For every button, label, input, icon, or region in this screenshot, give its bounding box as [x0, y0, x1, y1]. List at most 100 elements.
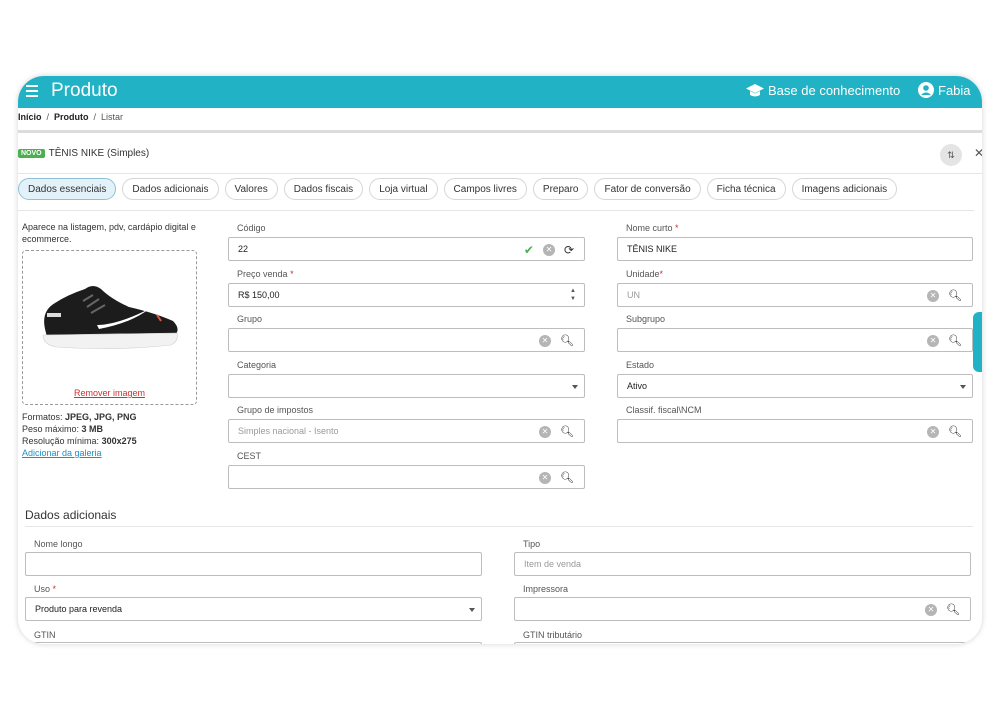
- resolution-value: 300x275: [101, 436, 137, 446]
- clear-icon[interactable]: ✕: [927, 334, 940, 347]
- gtin-tributario-label: GTIN tributário: [523, 630, 583, 640]
- chevron-down-icon: [960, 385, 966, 389]
- tab-loja-virtual[interactable]: Loja virtual: [369, 178, 438, 200]
- collapse-icon: ⇅: [947, 149, 955, 160]
- search-icon[interactable]: 🔍︎: [948, 289, 962, 302]
- impressora-field[interactable]: ✕ 🔍︎: [514, 597, 971, 621]
- estado-select[interactable]: Ativo: [617, 374, 973, 398]
- menu-icon[interactable]: [26, 85, 38, 97]
- product-name: TÊNIS NIKE (Simples): [48, 148, 150, 159]
- clear-icon[interactable]: ✕: [539, 471, 552, 484]
- check-icon: ✔: [523, 243, 534, 257]
- nome-curto-field[interactable]: TÊNIS NIKE: [617, 237, 973, 261]
- estado-label: Estado: [626, 360, 655, 370]
- gtin-label: GTIN: [34, 630, 56, 640]
- search-icon[interactable]: 🔍︎: [946, 603, 960, 616]
- chevron-down-icon: [572, 385, 578, 389]
- estado-value: Ativo: [627, 381, 648, 391]
- preco-field[interactable]: R$ 150,00 ▲ ▼: [228, 283, 585, 307]
- preco-value: R$ 150,00: [238, 290, 280, 300]
- tab-valores[interactable]: Valores: [224, 178, 278, 200]
- size-value: 3 MB: [81, 424, 104, 434]
- divider: [18, 210, 974, 211]
- knowledge-base-label: Base de conhecimento: [768, 83, 901, 98]
- breadcrumb-current: Listar: [101, 112, 124, 122]
- unidade-placeholder: UN: [627, 290, 640, 300]
- breadcrumb-product[interactable]: Produto: [54, 112, 89, 122]
- clear-icon[interactable]: ✕: [925, 603, 938, 616]
- subgrupo-label: Subgrupo: [626, 314, 666, 324]
- grupo-label: Grupo: [237, 314, 263, 324]
- product-image: [42, 286, 178, 349]
- subgrupo-field[interactable]: ✕ 🔍︎: [617, 328, 973, 352]
- tab-dados-fiscais[interactable]: Dados fiscais: [283, 178, 364, 200]
- image-upload-area[interactable]: Remover imagem: [22, 250, 197, 405]
- add-from-gallery-link[interactable]: Adicionar da galeria: [22, 447, 137, 459]
- close-icon[interactable]: ✕: [974, 146, 982, 160]
- breadcrumb-home[interactable]: Início: [18, 112, 42, 122]
- tab-imagens-adicionais[interactable]: Imagens adicionais: [791, 178, 898, 200]
- collapse-button[interactable]: ⇅: [940, 144, 962, 166]
- uso-value: Produto para revenda: [35, 604, 123, 614]
- impressora-label: Impressora: [523, 584, 569, 594]
- nome-curto-value: TÊNIS NIKE: [627, 244, 678, 254]
- tab-dados-essenciais[interactable]: Dados essenciais: [18, 178, 117, 200]
- refresh-icon[interactable]: ⟳: [564, 243, 574, 257]
- clear-icon[interactable]: ✕: [542, 244, 555, 256]
- preco-label: Preço venda *: [237, 269, 294, 279]
- top-bar: Produto Base de conhecimento Fabia: [18, 76, 982, 108]
- side-help-tab[interactable]: [973, 312, 982, 372]
- knowledge-base-link[interactable]: Base de conhecimento: [746, 83, 900, 98]
- tab-preparo[interactable]: Preparo: [532, 178, 589, 200]
- number-stepper[interactable]: ▲ ▼: [570, 287, 576, 303]
- ncm-label: Classif. fiscal\NCM: [626, 405, 702, 415]
- section-title-dados-adicionais: Dados adicionais: [25, 508, 117, 522]
- uso-select[interactable]: Produto para revenda: [25, 597, 482, 621]
- grupo-field[interactable]: ✕ 🔍︎: [228, 328, 585, 352]
- chevron-down-icon: [469, 608, 475, 612]
- tab-dados-adicionais[interactable]: Dados adicionais: [122, 178, 219, 200]
- divider: [18, 173, 982, 174]
- breadcrumb-sep: /: [46, 112, 50, 122]
- search-icon[interactable]: 🔍︎: [948, 425, 962, 438]
- tab-bar: Dados essenciais Dados adicionais Valore…: [18, 178, 898, 200]
- clear-icon[interactable]: ✕: [927, 289, 940, 302]
- clear-icon[interactable]: ✕: [539, 425, 552, 438]
- tab-fator-conversao[interactable]: Fator de conversão: [594, 178, 701, 200]
- formats-label: Formatos:: [22, 412, 63, 422]
- tab-campos-livres[interactable]: Campos livres: [443, 178, 527, 200]
- search-icon[interactable]: 🔍︎: [560, 471, 574, 484]
- gtin-field[interactable]: [25, 642, 482, 644]
- grupo-impostos-label: Grupo de impostos: [237, 405, 314, 415]
- gtin-tributario-field[interactable]: [514, 642, 971, 644]
- page-title: Produto: [51, 80, 118, 101]
- ncm-field[interactable]: ✕ 🔍︎: [617, 419, 973, 443]
- breadcrumb: Início / Produto / Listar: [18, 112, 123, 122]
- search-icon[interactable]: 🔍︎: [560, 334, 574, 347]
- tab-ficha-tecnica[interactable]: Ficha técnica: [706, 178, 786, 200]
- app-window: Produto Base de conhecimento Fabia Iníci…: [18, 76, 982, 644]
- uso-label: Uso *: [34, 584, 57, 594]
- codigo-field[interactable]: 22 ✔ ✕ ⟳: [228, 237, 585, 261]
- size-label: Peso máximo:: [22, 424, 80, 434]
- product-header: NOVO TÊNIS NIKE (Simples): [18, 148, 149, 159]
- tipo-field[interactable]: Item de venda: [514, 552, 971, 576]
- clear-icon[interactable]: ✕: [927, 425, 940, 438]
- clear-icon[interactable]: ✕: [539, 334, 552, 347]
- codigo-value: 22: [238, 244, 249, 254]
- cest-field[interactable]: ✕ 🔍︎: [228, 465, 585, 489]
- search-icon[interactable]: 🔍︎: [560, 425, 574, 438]
- nome-curto-label: Nome curto *: [626, 223, 679, 233]
- grupo-impostos-field[interactable]: Simples nacional - Isento ✕ 🔍︎: [228, 419, 585, 443]
- user-circle-icon: [918, 82, 934, 98]
- unidade-field[interactable]: UN ✕ 🔍︎: [617, 283, 973, 307]
- search-icon[interactable]: 🔍︎: [948, 334, 962, 347]
- categoria-select[interactable]: [228, 374, 585, 398]
- new-badge: NOVO: [18, 149, 45, 158]
- nome-longo-field[interactable]: [25, 552, 482, 576]
- breadcrumb-sep: /: [93, 112, 97, 122]
- divider: [18, 130, 982, 133]
- remove-image-link[interactable]: Remover imagem: [23, 388, 196, 398]
- user-name: Fabia: [938, 82, 971, 98]
- user-menu[interactable]: Fabia: [918, 82, 971, 98]
